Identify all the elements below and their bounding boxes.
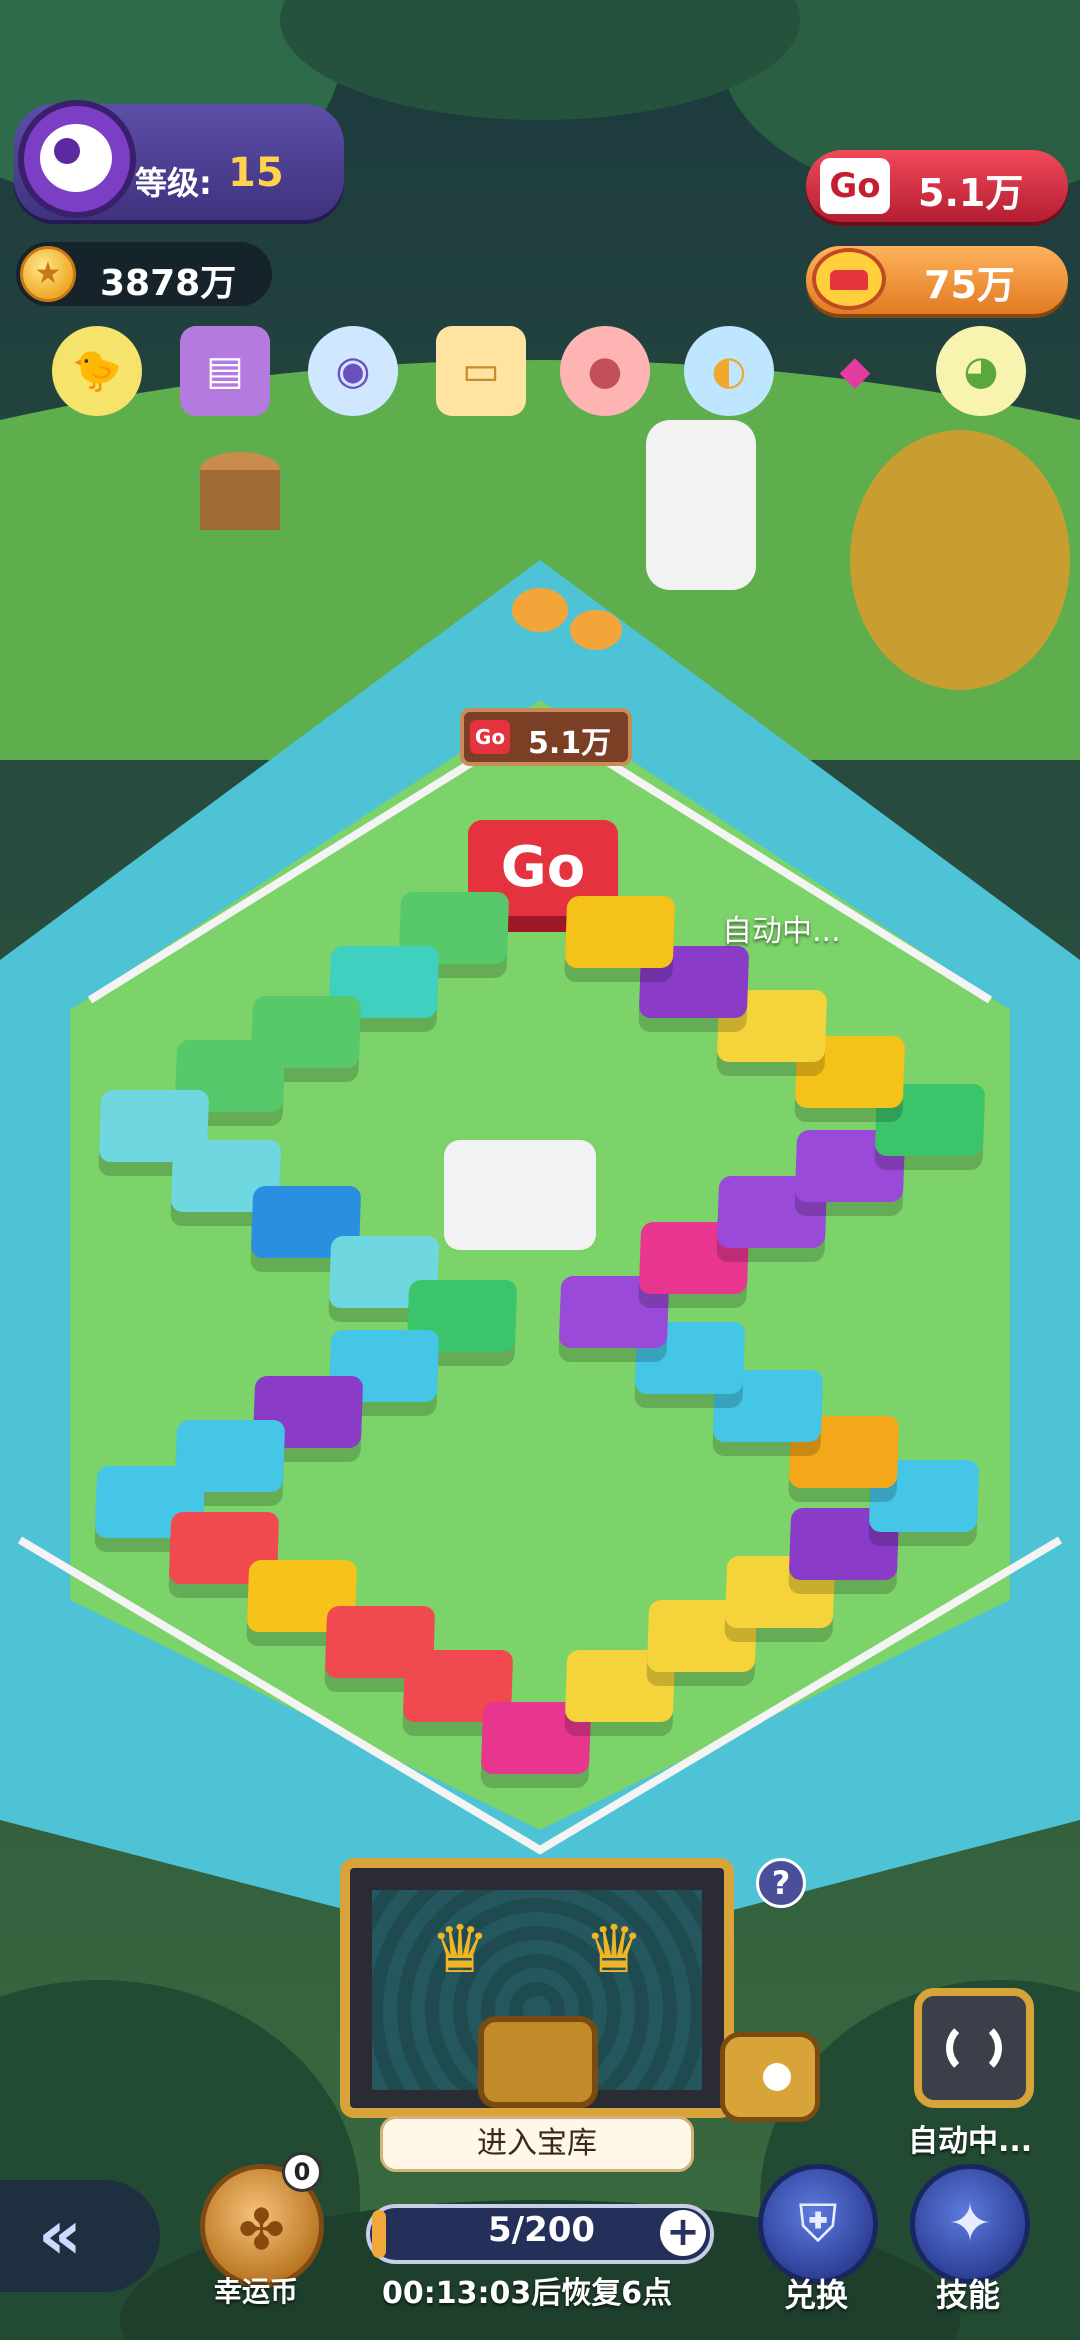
- pig-icon[interactable]: ●: [560, 326, 650, 416]
- go-icon: Go: [820, 158, 890, 214]
- exchange-button[interactable]: ⛨: [758, 2164, 878, 2284]
- auto-play-label: 自动中...: [908, 2124, 1033, 2159]
- avatar-eye: [54, 138, 80, 164]
- skill-label: 技能: [936, 2276, 1001, 2314]
- exchange-label: 兑换: [784, 2276, 849, 2314]
- energy-recovery-timer: 00:13:03后恢复6点: [382, 2276, 673, 2311]
- refresh-icon: [946, 2020, 1002, 2076]
- clover-icon: ✤: [238, 2198, 285, 2263]
- back-arrow-icon: «: [38, 2196, 82, 2275]
- yellow-chick-icon[interactable]: ◕: [936, 326, 1026, 416]
- lucky-coin-count-badge: 0: [282, 2152, 322, 2192]
- auto-status-bubble: 自动中...: [722, 914, 841, 949]
- purple-book-icon[interactable]: ▤: [180, 326, 270, 416]
- board-tile: [564, 896, 676, 968]
- sign-go-icon: Go: [470, 720, 510, 754]
- green-bird-icon[interactable]: 🐤: [52, 326, 142, 416]
- vault-lock: [478, 2016, 598, 2108]
- energy-count: 5/200: [488, 2210, 596, 2250]
- level-value: 15: [228, 150, 284, 196]
- vault-pointer-hand-icon: [720, 2032, 820, 2122]
- skill-icon: ✦: [948, 2194, 992, 2254]
- level-label: 等级:: [135, 164, 212, 202]
- vault-crown-icon: ♛: [430, 1911, 490, 1988]
- penguin-icon[interactable]: ◐: [684, 326, 774, 416]
- lucky-coin-label: 幸运币: [214, 2275, 299, 2308]
- help-icon[interactable]: ?: [756, 1858, 806, 1908]
- enter-vault-button[interactable]: 进入宝库: [380, 2116, 694, 2172]
- pink-gem-icon[interactable]: ◆: [810, 326, 900, 416]
- skill-button[interactable]: ✦: [910, 2164, 1030, 2284]
- owl-icon[interactable]: ◉: [308, 326, 398, 416]
- crown-icon: [812, 248, 886, 310]
- coin-value: 3878万: [100, 263, 237, 304]
- vault-crown-icon: ♛: [584, 1911, 644, 1988]
- crown-currency-value: 75万: [924, 263, 1015, 307]
- sign-go-amount: 5.1万: [528, 726, 612, 761]
- add-energy-button[interactable]: +: [660, 2210, 706, 2256]
- coin-icon: ★: [20, 246, 76, 302]
- exchange-icon: ⛨: [798, 2194, 838, 2254]
- cake-icon[interactable]: ▭: [436, 326, 526, 416]
- energy-bar-fill: [372, 2210, 386, 2258]
- go-currency-value: 5.1万: [918, 171, 1024, 215]
